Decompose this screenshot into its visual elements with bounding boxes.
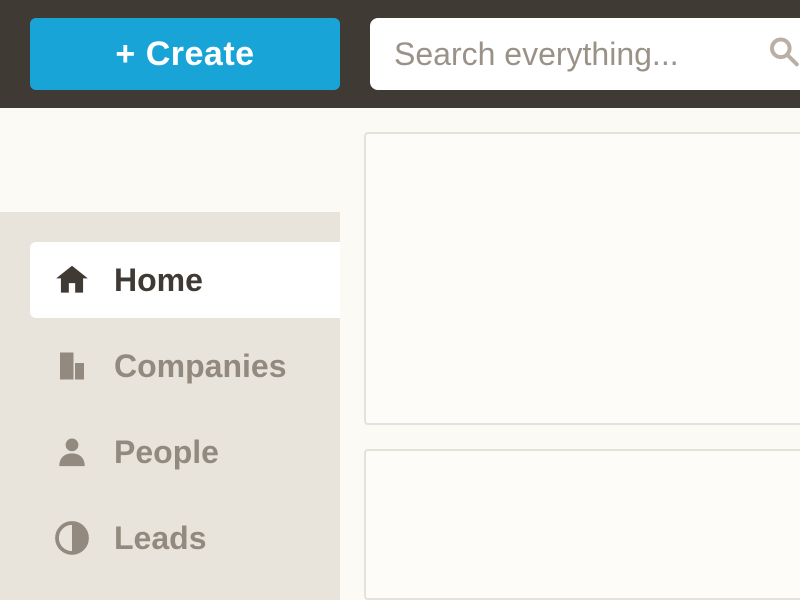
sidebar-item-people[interactable]: People bbox=[30, 414, 340, 490]
leads-icon bbox=[52, 518, 92, 558]
sidebar-nav: Home Companies People bbox=[0, 212, 340, 600]
sidebar: Home Companies People bbox=[0, 108, 340, 600]
people-icon bbox=[52, 432, 92, 472]
search-icon bbox=[768, 32, 800, 77]
create-button[interactable]: + Create bbox=[30, 18, 340, 90]
search-wrapper bbox=[370, 18, 800, 90]
sidebar-item-companies[interactable]: Companies bbox=[30, 328, 340, 404]
sidebar-item-label: People bbox=[114, 434, 219, 471]
sidebar-item-leads[interactable]: Leads bbox=[30, 500, 340, 576]
content-card bbox=[364, 449, 800, 600]
search-input[interactable] bbox=[394, 36, 776, 73]
home-icon bbox=[52, 260, 92, 300]
companies-icon bbox=[52, 346, 92, 386]
sidebar-item-home[interactable]: Home bbox=[30, 242, 340, 318]
sidebar-item-label: Home bbox=[114, 262, 203, 299]
sidebar-item-label: Companies bbox=[114, 348, 286, 385]
sidebar-top-gap bbox=[0, 108, 340, 212]
main-content bbox=[340, 108, 800, 600]
topbar: + Create bbox=[0, 0, 800, 108]
sidebar-item-label: Leads bbox=[114, 520, 206, 557]
content-card bbox=[364, 132, 800, 425]
